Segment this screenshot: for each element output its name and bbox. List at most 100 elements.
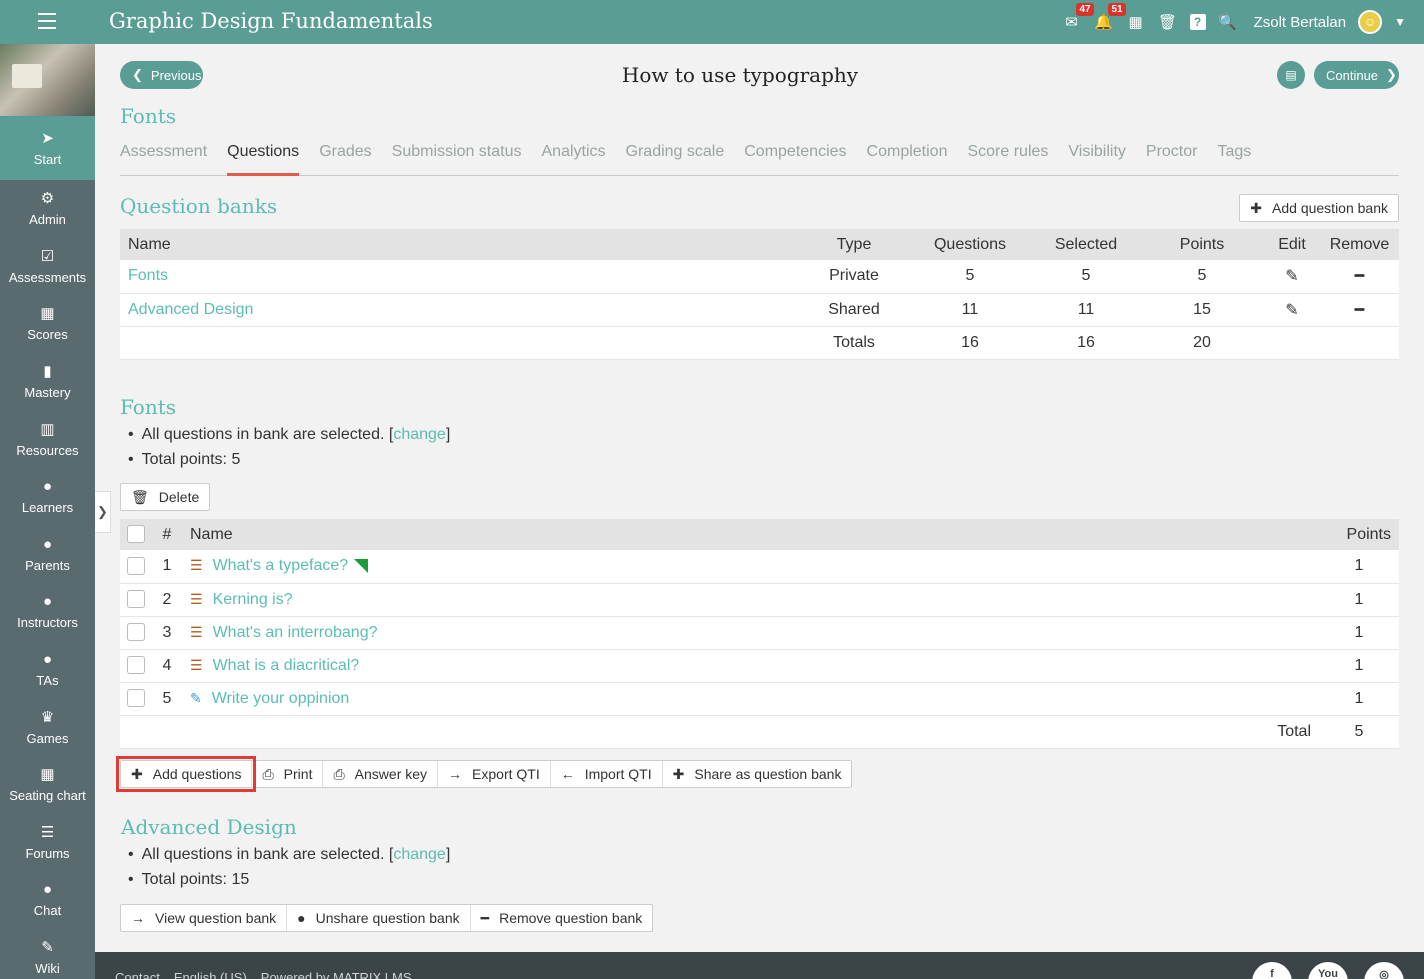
sidebar-item-parents[interactable]: ● Parents — [0, 526, 95, 584]
avatar[interactable]: ☺ — [1358, 10, 1383, 34]
sidebar-item-assessments[interactable]: ☑ Assessments — [0, 238, 95, 296]
change-link[interactable]: change — [393, 846, 446, 863]
instagram-icon[interactable]: ◎ — [1364, 962, 1404, 979]
tab-assessment[interactable]: Assessment — [120, 140, 207, 176]
minus-icon: ━ — [480, 909, 490, 926]
powered-by[interactable]: Powered by MATRIX LMS — [261, 970, 412, 979]
tab-visibility[interactable]: Visibility — [1068, 140, 1126, 176]
delete-button[interactable]: 🗑 Delete — [120, 483, 211, 511]
person-icon: ● — [297, 910, 306, 926]
sidebar-item-admin[interactable]: ⚙ Admin — [0, 180, 95, 238]
selection-suffix: ] — [445, 426, 451, 443]
bank-link-advanced-design[interactable]: Advanced Design — [128, 301, 253, 318]
sidebar-item-games[interactable]: ♛ Games — [0, 698, 95, 756]
notebook-icon[interactable]: ▤ — [1277, 61, 1305, 89]
view-question-bank-button[interactable]: → View question bank — [121, 905, 286, 931]
sidebar-item-learners[interactable]: ● Learners — [0, 468, 95, 526]
totals-row: Totals 16 16 20 — [120, 326, 1399, 360]
footer-links: Contact English (US) Powered by MATRIX L… — [115, 970, 412, 979]
youtube-icon[interactable]: You — [1308, 962, 1348, 979]
sidebar-item-scores[interactable]: ▦ Scores — [0, 295, 95, 353]
tab-tags[interactable]: Tags — [1217, 140, 1251, 176]
sidebar-item-mastery[interactable]: ▮ Mastery — [0, 353, 95, 411]
help-icon[interactable]: ? — [1189, 14, 1206, 30]
import-qti-button[interactable]: ← Import QTI — [549, 761, 662, 787]
sidebar-item-wiki[interactable]: ✎ Wiki — [0, 929, 95, 979]
print-label: Print — [283, 766, 313, 782]
question-link[interactable]: Write your oppinion — [212, 690, 350, 707]
search-icon[interactable]: 🔍 — [1218, 12, 1238, 32]
course-image[interactable] — [0, 44, 95, 116]
export-qti-button[interactable]: → Export QTI — [437, 761, 550, 787]
user-name[interactable]: Zsolt Bertalan — [1254, 14, 1347, 31]
tab-questions[interactable]: Questions — [227, 140, 300, 176]
tab-proctor[interactable]: Proctor — [1146, 140, 1198, 176]
sidebar-item-label: Admin — [29, 212, 66, 228]
trash-icon[interactable]: 🗑 — [1158, 12, 1178, 32]
answer-key-button[interactable]: ⎙ Answer key — [322, 761, 437, 787]
facebook-icon[interactable]: f — [1252, 962, 1292, 979]
sidebar-item-label: Assessments — [8, 269, 87, 285]
sidebar-item-seating-chart[interactable]: ▦ Seating chart — [0, 756, 95, 814]
select-all-checkbox[interactable] — [127, 525, 145, 544]
course-title[interactable]: Graphic Design Fundamentals — [109, 9, 433, 33]
tab-grades[interactable]: Grades — [319, 140, 371, 176]
continue-button[interactable]: Continue ❯ — [1314, 61, 1399, 89]
sidebar-item-resources[interactable]: ▥ Resources — [0, 410, 95, 468]
tab-completion[interactable]: Completion — [867, 140, 948, 176]
share-as-question-bank-button[interactable]: ✚ Share as question bank — [661, 761, 852, 787]
question-link[interactable]: Kerning is? — [213, 591, 293, 608]
tab-analytics[interactable]: Analytics — [542, 140, 606, 176]
contact-link[interactable]: Contact — [115, 970, 160, 979]
grid-icon: ▦ — [40, 305, 55, 323]
minus-icon[interactable]: ━ — [1320, 260, 1399, 294]
change-link[interactable]: change — [393, 426, 446, 443]
chevron-right-icon[interactable]: ❯ — [95, 491, 111, 533]
pencil-icon[interactable]: ✎ — [1264, 260, 1320, 294]
list-icon: ☰ — [190, 623, 203, 640]
add-questions-button[interactable]: ✚ Add questions — [115, 756, 257, 792]
question-link[interactable]: What is a diacritical? — [213, 657, 360, 674]
language-selector[interactable]: English (US) — [174, 970, 247, 979]
printer-icon: ⎙ — [333, 765, 345, 782]
print-button[interactable]: ⎙ Print — [251, 761, 322, 787]
calendar-icon[interactable]: ▦ — [1126, 12, 1146, 32]
sidebar-item-chat[interactable]: ● Chat — [0, 871, 95, 929]
sidebar-item-instructors[interactable]: ● Instructors — [0, 583, 95, 641]
table-row: 3 ☰ What's an interrobang? 1 — [120, 616, 1399, 650]
messages-icon[interactable]: ✉ 47 — [1062, 3, 1094, 32]
add-question-bank-button[interactable]: ✚ Add question bank — [1239, 194, 1399, 222]
minus-icon[interactable]: ━ — [1320, 293, 1399, 327]
unshare-question-bank-button[interactable]: ● Unshare question bank — [286, 905, 469, 931]
row-checkbox[interactable] — [127, 557, 145, 576]
person-icon: ● — [42, 478, 53, 496]
question-link[interactable]: What's an interrobang? — [213, 624, 378, 641]
row-checkbox[interactable] — [127, 689, 145, 708]
sidebar-item-label: Scores — [27, 327, 68, 343]
tab-competencies[interactable]: Competencies — [744, 140, 846, 176]
question-link[interactable]: What's a typeface? — [213, 557, 349, 574]
question-points: 1 — [1319, 616, 1399, 650]
sidebar-item-start[interactable]: ➤ Start — [0, 116, 95, 180]
sidebar-item-forums[interactable]: ☰ Forums — [0, 814, 95, 872]
row-checkbox[interactable] — [127, 623, 145, 642]
footer: Contact English (US) Powered by MATRIX L… — [95, 952, 1424, 979]
sidebar-item-label: TAs — [36, 673, 59, 689]
tab-grading-scale[interactable]: Grading scale — [626, 140, 725, 176]
chevron-down-icon[interactable]: ▼ — [1394, 15, 1406, 29]
sidebar-item-label: Learners — [21, 500, 74, 516]
notifications-icon[interactable]: 🔔 51 — [1094, 3, 1126, 32]
question-points: 1 — [1319, 550, 1399, 584]
menu-icon[interactable] — [38, 13, 56, 29]
bank-link-fonts[interactable]: Fonts — [128, 267, 168, 284]
row-checkbox[interactable] — [127, 656, 145, 675]
pencil-icon[interactable]: ✎ — [1264, 293, 1320, 327]
question-points: 1 — [1319, 649, 1399, 683]
totals-selected: 16 — [1032, 326, 1140, 360]
tab-submission-status[interactable]: Submission status — [392, 140, 522, 176]
column-header: Selected — [1032, 229, 1140, 260]
tab-score-rules[interactable]: Score rules — [967, 140, 1048, 176]
row-checkbox[interactable] — [127, 590, 145, 609]
sidebar-item-tas[interactable]: ● TAs — [0, 641, 95, 699]
remove-question-bank-button[interactable]: ━ Remove question bank — [469, 905, 653, 931]
